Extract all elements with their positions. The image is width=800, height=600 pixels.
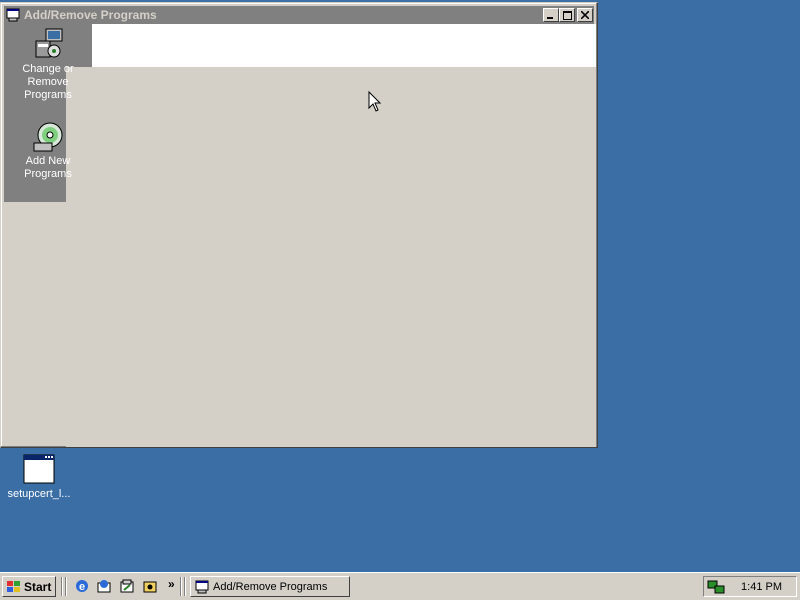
content-header	[92, 24, 596, 67]
add-remove-programs-icon	[6, 8, 20, 22]
windows-logo-icon	[7, 580, 20, 592]
network-icon[interactable]	[707, 579, 725, 595]
desktop-icon-label: setupcert_l...	[7, 488, 71, 500]
add-remove-programs-icon	[195, 580, 209, 593]
clock[interactable]: 1:41 PM	[741, 581, 782, 593]
install-box-icon	[35, 28, 63, 58]
taskbar-separator	[180, 577, 182, 596]
sidebar-item-label: Add New Programs	[24, 155, 72, 180]
taskbar-separator	[65, 577, 67, 596]
task-label: Add/Remove Programs	[213, 580, 328, 593]
taskbar-button-add-remove-programs[interactable]: Add/Remove Programs	[190, 576, 350, 597]
add-remove-programs-window: Add/Remove Programs Change or Remove Pro…	[0, 2, 598, 448]
sidebar-item-label: Change or Remove Programs	[22, 63, 74, 101]
maximize-icon	[562, 10, 572, 20]
start-label: Start	[24, 579, 52, 594]
start-button[interactable]: Start	[2, 576, 56, 597]
change-remove-programs-button[interactable]: Change or Remove Programs	[4, 27, 92, 102]
taskbar-separator	[61, 577, 63, 596]
content-area	[66, 67, 596, 447]
show-desktop-icon[interactable]	[119, 578, 135, 594]
window-title: Add/Remove Programs	[24, 8, 157, 22]
add-new-programs-button[interactable]: Add New Programs	[4, 121, 92, 181]
title-bar[interactable]: Add/Remove Programs	[4, 6, 594, 24]
desktop-icon-setupcert[interactable]: setupcert_l...	[4, 454, 74, 500]
close-button[interactable]	[577, 8, 593, 22]
minimize-button[interactable]	[543, 8, 559, 22]
internet-explorer-icon[interactable]: e	[74, 578, 90, 594]
windows-explorer-icon[interactable]	[142, 578, 158, 594]
window-app-icon	[23, 454, 55, 484]
quicklaunch-overflow[interactable]: »	[168, 577, 175, 591]
mouse-cursor-icon	[368, 91, 382, 112]
close-icon	[581, 11, 589, 19]
minimize-icon	[547, 17, 553, 19]
system-tray: 1:41 PM	[703, 576, 797, 597]
cd-icon	[33, 122, 63, 152]
outlook-express-icon[interactable]	[96, 578, 112, 594]
taskbar: Start e » Add/Remove Programs 1:41 PM	[0, 572, 800, 600]
svg-text:e: e	[79, 581, 85, 593]
maximize-button[interactable]	[559, 8, 575, 22]
taskbar-separator	[184, 577, 186, 596]
